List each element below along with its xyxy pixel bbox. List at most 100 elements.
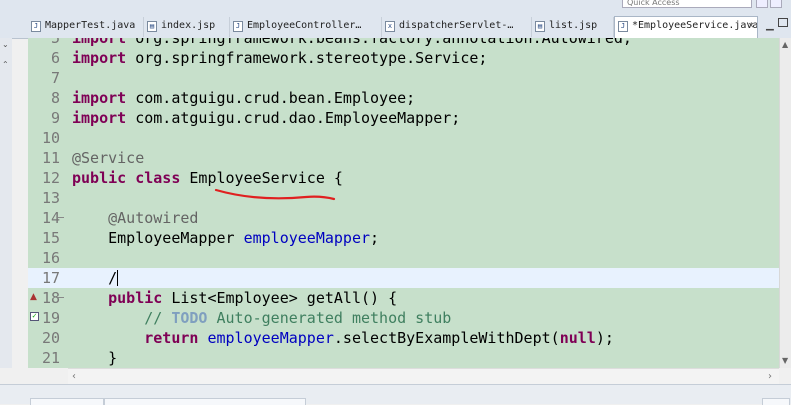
- code-line[interactable]: 19 ✓ // TODO Auto-generated method stub: [28, 308, 779, 328]
- line-number: 20: [41, 329, 60, 347]
- code-editor[interactable]: 5 import org.springframework.beans.factor…: [28, 38, 779, 368]
- code-line[interactable]: 5 import org.springframework.beans.factor…: [28, 38, 779, 48]
- code-token: class: [135, 169, 181, 187]
- scroll-right-icon[interactable]: ›: [768, 371, 772, 382]
- code-text: @Autowired: [72, 208, 198, 228]
- code-line[interactable]: 12 public class EmployeeService {: [28, 168, 779, 188]
- fold-toggle-icon[interactable]: [58, 217, 64, 218]
- code-token: public: [108, 289, 163, 307]
- red-underline-annotation: [214, 188, 336, 201]
- vertical-scrollbar[interactable]: ▲ ▼: [779, 38, 791, 368]
- quick-access-field[interactable]: Quick Access: [622, 0, 752, 8]
- code-line[interactable]: 9 import com.atguigu.crud.dao.EmployeeMap…: [28, 108, 779, 128]
- task-marker-icon[interactable]: ✓: [30, 312, 39, 321]
- code-token: EmployeeMapper: [72, 229, 244, 247]
- close-icon[interactable]: ✕: [748, 20, 754, 31]
- code-token: com.atguigu.crud.dao.EmployeeMapper;: [126, 109, 461, 127]
- tab-employeeservice[interactable]: J *EmployeeService.java ✕: [614, 16, 758, 38]
- jsp-file-icon: ▤: [147, 21, 157, 32]
- tab-mappertest[interactable]: J MapperTest.java: [28, 17, 144, 37]
- code-token: return: [144, 329, 199, 347]
- code-line[interactable]: 13: [28, 188, 779, 208]
- tab-employeecontroller[interactable]: J EmployeeController…: [230, 17, 382, 37]
- tab-label: dispatcherServlet-…: [399, 20, 514, 31]
- code-line[interactable]: 16: [28, 248, 779, 268]
- code-line[interactable]: 8 import com.atguigu.crud.bean.Employee;: [28, 88, 779, 108]
- maximize-icon[interactable]: [778, 18, 788, 27]
- left-trim-strip: ⌄ ⌃: [0, 38, 12, 368]
- scroll-up-icon[interactable]: ▲: [782, 40, 788, 49]
- code-line[interactable]: 18 ▲ public List<Employee> getAll() {: [28, 288, 779, 308]
- horizontal-scrollbar[interactable]: ‹ ›: [68, 368, 779, 384]
- code-token: null: [559, 329, 596, 347]
- code-token: );: [595, 329, 614, 347]
- text-caret: [117, 270, 119, 286]
- toolbar-button[interactable]: [770, 0, 782, 8]
- tab-label: MapperTest.java: [45, 20, 136, 31]
- code-token: import: [72, 38, 127, 47]
- code-line[interactable]: 7: [28, 68, 779, 88]
- chevron-down-icon[interactable]: ⌄: [2, 40, 9, 49]
- line-number: 9: [50, 109, 60, 127]
- minimize-icon[interactable]: ▁: [766, 20, 774, 31]
- code-token: public: [72, 169, 127, 187]
- code-token: //: [144, 309, 172, 327]
- code-line[interactable]: 17 /: [28, 268, 779, 288]
- tab-label: index.jsp: [161, 20, 216, 31]
- code-text: public List<Employee> getAll() {: [72, 288, 397, 308]
- xml-file-icon: x: [385, 21, 395, 32]
- override-marker-icon[interactable]: ▲: [30, 292, 39, 303]
- line-number: 5: [50, 38, 60, 47]
- panel-tab[interactable]: [104, 398, 306, 405]
- tab-dispatcherservlet[interactable]: x dispatcherServlet-…: [382, 17, 532, 37]
- code-line[interactable]: 15 EmployeeMapper employeeMapper;: [28, 228, 779, 248]
- tab-label: list.jsp: [549, 20, 598, 31]
- code-text: public class EmployeeService {: [72, 168, 343, 188]
- line-number: 6: [50, 49, 60, 67]
- code-line[interactable]: 20 return employeeMapper.selectByExample…: [28, 328, 779, 348]
- line-number: 13: [41, 189, 60, 207]
- chevron-up-icon[interactable]: ⌃: [2, 60, 9, 69]
- line-number: 21: [41, 349, 60, 367]
- code-token: @Service: [72, 149, 145, 167]
- code-line[interactable]: 6 import org.springframework.stereotype.S…: [28, 48, 779, 68]
- code-text: @Service: [72, 148, 144, 168]
- fold-toggle-icon[interactable]: [58, 297, 64, 298]
- code-text: import com.atguigu.crud.bean.Employee;: [72, 88, 415, 108]
- code-token: org.springframework.stereotype.Service;: [126, 49, 488, 67]
- scroll-left-icon[interactable]: ‹: [72, 371, 76, 382]
- toolbar-button[interactable]: [756, 0, 768, 8]
- panel-tab[interactable]: [30, 398, 104, 405]
- line-number: 14: [41, 209, 60, 227]
- code-text: import org.springframework.stereotype.Se…: [72, 48, 487, 68]
- code-token: ;: [370, 229, 380, 247]
- tab-list-jsp[interactable]: ▤ list.jsp: [532, 17, 614, 37]
- code-line[interactable]: 21 }: [28, 348, 779, 368]
- tab-label: *EmployeeService.java: [632, 20, 758, 31]
- code-token: .selectByExampleWithDept(: [333, 329, 560, 347]
- code-token: import: [72, 89, 127, 107]
- code-token: employeeMapper: [207, 329, 334, 347]
- line-number: 15: [41, 229, 60, 247]
- line-number: 11: [41, 149, 60, 167]
- line-number: 8: [50, 89, 60, 107]
- code-line[interactable]: 11 @Service: [28, 148, 779, 168]
- code-token: List<Employee> getAll() {: [162, 289, 398, 307]
- jsp-file-icon: ▤: [535, 21, 545, 32]
- line-number: 16: [41, 249, 60, 267]
- scroll-down-icon[interactable]: ▼: [782, 356, 788, 365]
- code-token: TODO: [171, 309, 208, 327]
- tab-label: EmployeeController…: [247, 20, 362, 31]
- code-line[interactable]: 10: [28, 128, 779, 148]
- bottom-panel: [0, 384, 791, 405]
- code-line[interactable]: 14 @Autowired: [28, 208, 779, 228]
- panel-tab[interactable]: [762, 398, 790, 405]
- code-token: EmployeeService {: [180, 169, 343, 187]
- tab-index-jsp[interactable]: ▤ index.jsp: [144, 17, 230, 37]
- line-number: 12: [41, 169, 60, 187]
- code-text: import com.atguigu.crud.dao.EmployeeMapp…: [72, 108, 460, 128]
